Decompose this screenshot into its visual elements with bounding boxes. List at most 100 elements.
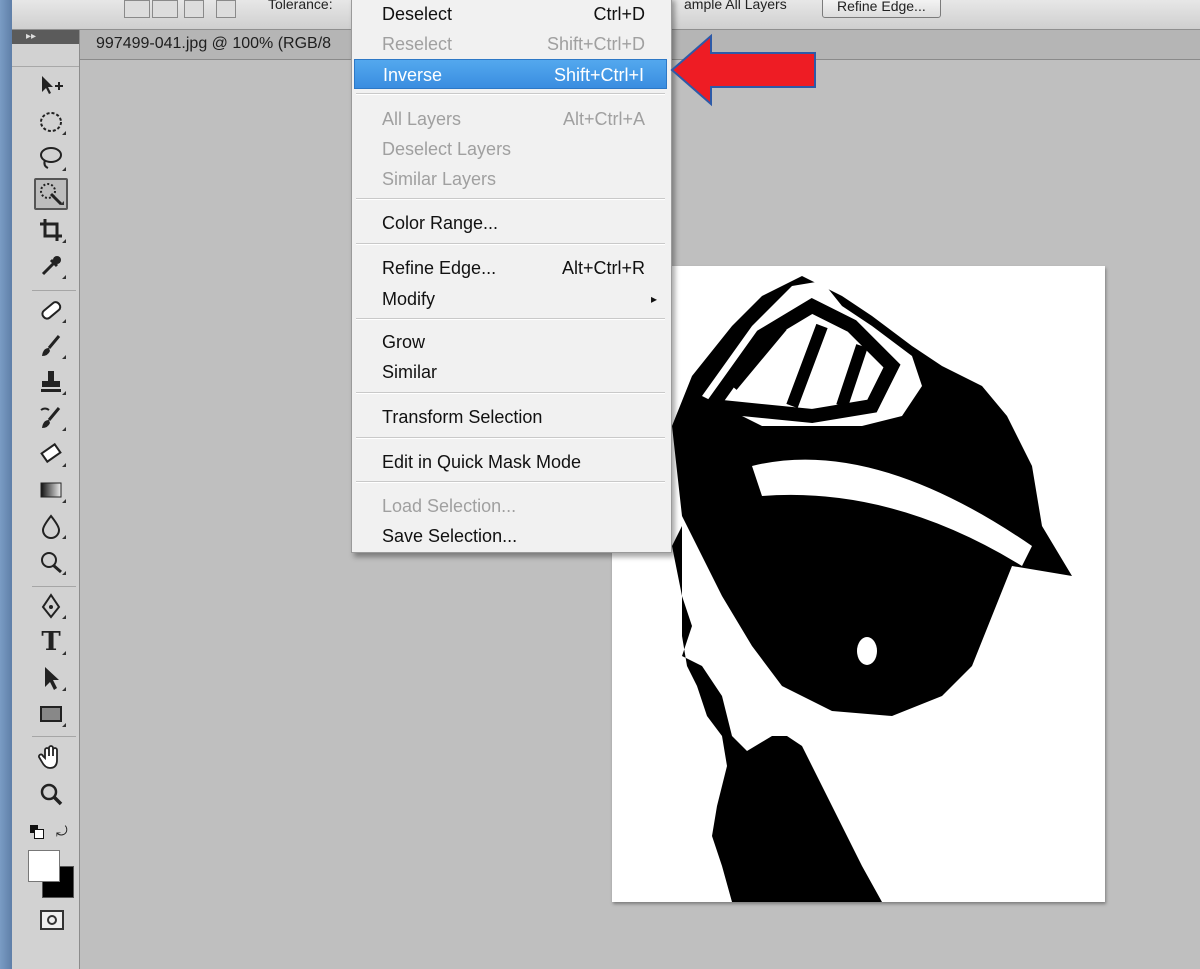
- silhouette-image: [672, 276, 1072, 902]
- move-tool[interactable]: [34, 70, 68, 102]
- history-brush-tool[interactable]: [34, 402, 68, 434]
- menu-item-label: Color Range...: [382, 213, 499, 233]
- menu-item-label: Modify: [382, 289, 436, 309]
- menu-separator: [356, 243, 665, 245]
- menu-item-shortcut: Shift+Ctrl+D: [546, 34, 645, 54]
- menu-item-label: Load Selection...: [382, 496, 517, 516]
- menu-item-label: Similar Layers: [382, 169, 497, 189]
- menu-item-deselect-layers[interactable]: Deselect Layers: [354, 134, 667, 164]
- menu-item-similar[interactable]: Similar: [354, 357, 667, 387]
- menu-item-deselect[interactable]: Deselect Ctrl+D: [354, 0, 667, 29]
- refine-edge-button[interactable]: Refine Edge...: [822, 0, 941, 18]
- elliptical-marquee-icon: [40, 112, 62, 132]
- blur-tool[interactable]: [34, 510, 68, 542]
- menu-item-inverse[interactable]: Inverse Shift+Ctrl+I: [354, 59, 667, 89]
- menu-item-label: Deselect Layers: [382, 139, 512, 159]
- toolbox-gripper[interactable]: [12, 44, 79, 67]
- menu-item-grow[interactable]: Grow: [354, 327, 667, 357]
- menu-item-reselect[interactable]: Reselect Shift+Ctrl+D: [354, 29, 667, 59]
- menu-item-transform-selection[interactable]: Transform Selection: [354, 402, 667, 432]
- menu-item-shortcut: Alt+Ctrl+R: [561, 258, 645, 278]
- lasso-icon: [40, 147, 62, 169]
- menu-separator: [356, 437, 665, 439]
- document-canvas[interactable]: [612, 266, 1105, 902]
- zoom-tool[interactable]: [34, 778, 68, 810]
- bandage-icon: [41, 301, 62, 320]
- menu-item-refine-edge[interactable]: Refine Edge... Alt+Ctrl+R: [354, 253, 667, 283]
- pen-tool[interactable]: [34, 590, 68, 622]
- window-edge: [0, 0, 12, 969]
- water-drop-icon: [41, 514, 61, 539]
- menu-separator: [356, 198, 665, 200]
- menu-item-label: Inverse: [383, 65, 443, 85]
- toolbox: ▸▸ T ⤾: [12, 30, 80, 969]
- stamp-icon: [41, 371, 61, 392]
- tolerance-label: Tolerance:: [268, 0, 333, 12]
- spot-healing-brush-tool[interactable]: [34, 294, 68, 326]
- move-icon: [42, 76, 63, 94]
- subtract-selection-mode-button[interactable]: [184, 0, 204, 18]
- menu-item-label: Edit in Quick Mask Mode: [382, 452, 582, 472]
- gradient-tool[interactable]: [34, 474, 68, 506]
- menu-item-similar-layers[interactable]: Similar Layers: [354, 164, 667, 194]
- add-to-selection-mode-button[interactable]: [152, 0, 178, 18]
- rectangular-marquee-tool[interactable]: [34, 106, 68, 138]
- menu-item-color-range[interactable]: Color Range...: [354, 208, 667, 238]
- crop-tool[interactable]: [34, 214, 68, 246]
- menu-item-label: Similar: [382, 362, 438, 382]
- menu-item-label: All Layers: [382, 109, 462, 129]
- brush-tool[interactable]: [34, 330, 68, 362]
- quick-mask-icon[interactable]: [40, 910, 64, 930]
- default-colors-icon[interactable]: [30, 825, 44, 839]
- hand-tool[interactable]: [34, 742, 68, 774]
- lasso-tool[interactable]: [34, 142, 68, 174]
- menu-separator: [356, 318, 665, 320]
- clone-stamp-tool[interactable]: [34, 366, 68, 398]
- eraser-tool[interactable]: [34, 438, 68, 470]
- dodge-icon: [41, 552, 62, 574]
- menu-item-shortcut: Ctrl+D: [593, 4, 645, 24]
- type-tool[interactable]: T: [34, 626, 68, 658]
- menu-item-label: Refine Edge...: [382, 258, 497, 278]
- foreground-color-swatch[interactable]: [28, 850, 60, 882]
- menu-separator: [356, 93, 665, 95]
- crop-icon: [40, 219, 62, 241]
- quick-selection-tool[interactable]: [34, 178, 68, 210]
- menu-separator: [356, 392, 665, 394]
- swap-colors-icon[interactable]: ⤾: [56, 823, 68, 840]
- sample-all-layers-label[interactable]: ample All Layers: [684, 0, 787, 12]
- menu-item-edit-in-quick-mask-mode[interactable]: Edit in Quick Mask Mode: [354, 447, 667, 477]
- type-icon: T: [41, 627, 61, 657]
- eyedropper-icon: [41, 256, 61, 276]
- menu-item-label: Transform Selection: [382, 407, 543, 427]
- history-brush-icon: [40, 407, 61, 428]
- dodge-tool[interactable]: [34, 546, 68, 578]
- menu-item-save-selection[interactable]: Save Selection...: [354, 521, 667, 551]
- menu-item-all-layers[interactable]: All Layers Alt+Ctrl+A: [354, 104, 667, 134]
- red-annotation-arrow-icon: [670, 33, 816, 107]
- menu-item-label: Grow: [382, 332, 426, 352]
- menu-item-label: Save Selection...: [382, 526, 518, 546]
- menu-item-label: Reselect: [382, 34, 453, 54]
- arrow-pointer-icon: [45, 667, 59, 690]
- zoom-icon: [40, 783, 63, 806]
- new-selection-mode-button[interactable]: [124, 0, 150, 18]
- menu-item-shortcut: Alt+Ctrl+A: [562, 109, 645, 129]
- rectangle-tool[interactable]: [34, 698, 68, 730]
- intersect-selection-mode-button[interactable]: [216, 0, 236, 18]
- eraser-icon: [40, 442, 62, 464]
- hand-icon: [38, 745, 58, 769]
- rectangle-shape-icon: [40, 706, 62, 722]
- menu-item-label: Deselect: [382, 4, 453, 24]
- document-tab-title: 997499-041.jpg @ 100% (RGB/8: [96, 35, 332, 52]
- path-selection-tool[interactable]: [34, 662, 68, 694]
- menu-item-load-selection[interactable]: Load Selection...: [354, 491, 667, 521]
- eyedropper-tool[interactable]: [34, 250, 68, 282]
- menu-separator: [356, 481, 665, 483]
- pen-icon: [41, 593, 61, 619]
- toolbox-collapse-icon[interactable]: ▸▸: [12, 30, 79, 44]
- brush-icon: [42, 335, 61, 356]
- menu-item-modify[interactable]: Modify ▸: [354, 284, 667, 314]
- gradient-icon: [40, 482, 62, 498]
- submenu-arrow-icon: ▸: [650, 292, 657, 306]
